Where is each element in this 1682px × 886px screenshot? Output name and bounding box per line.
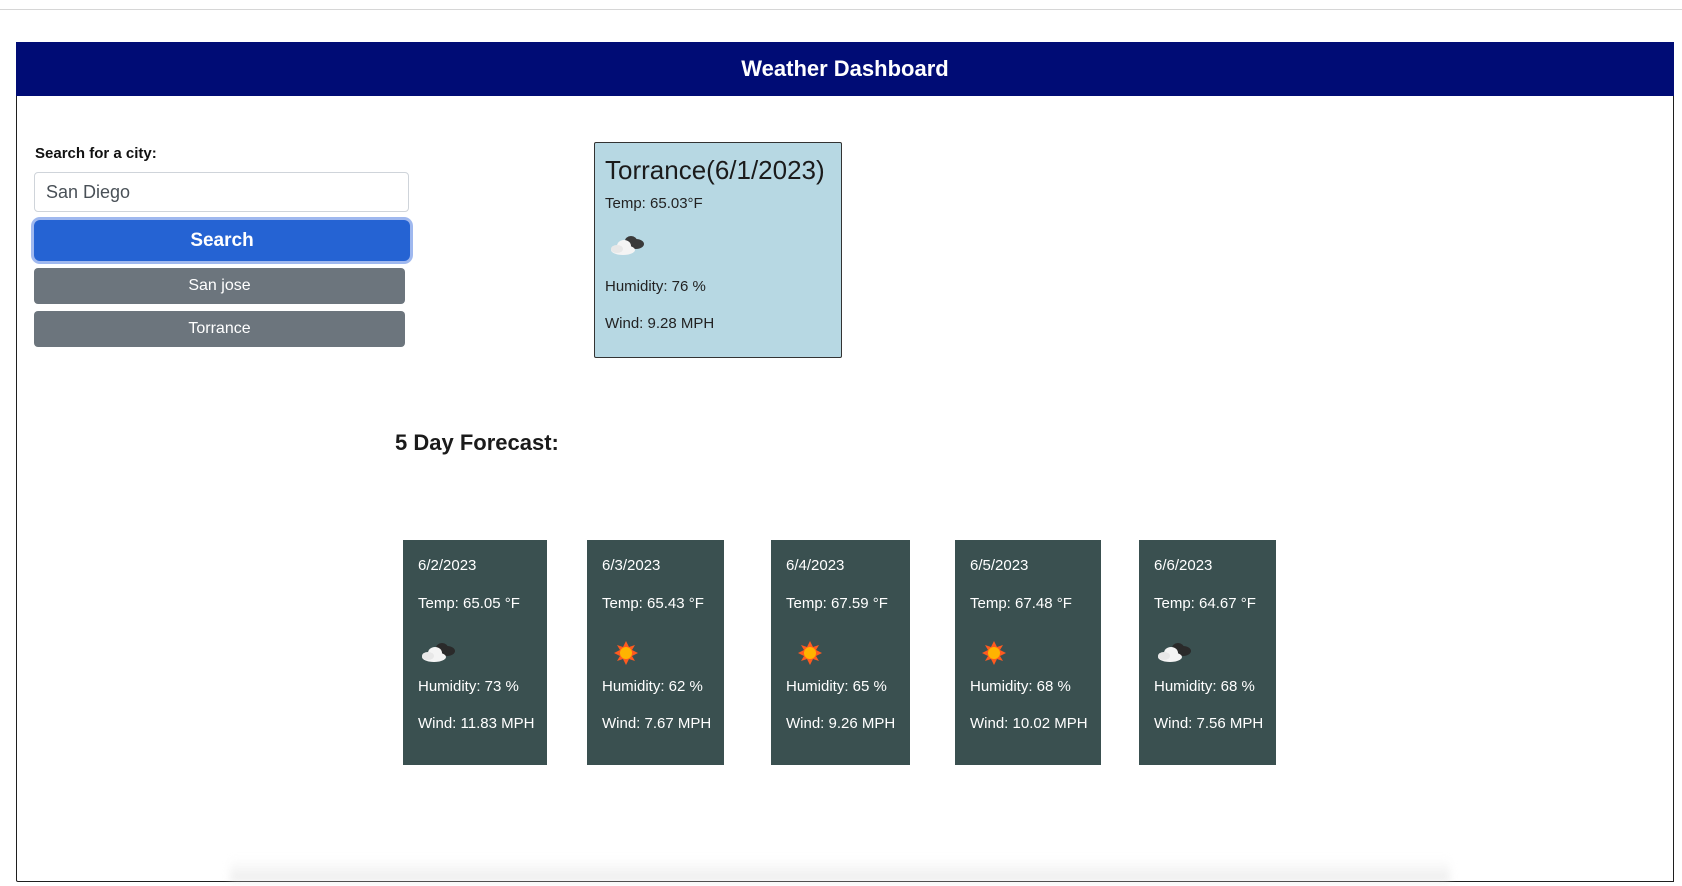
bottom-shadow [230,858,1450,882]
forecast-temp: Temp: 65.43 °F [602,595,704,612]
forecast-heading: 5 Day Forecast: [395,430,559,455]
forecast-wind: Wind: 7.67 MPH [602,715,712,732]
history-button-torrance[interactable]: Torrance [34,311,405,347]
sun-icon [982,641,1006,665]
forecast-temp: Temp: 65.05 °F [418,595,520,612]
app-title: Weather Dashboard [741,56,949,81]
cloudy-icon [611,236,644,255]
current-city-title: Torrance(6/1/2023) [605,155,825,185]
forecast-date: 6/4/2023 [786,557,845,574]
current-wind: Wind: 9.28 MPH [605,315,715,332]
forecast-humidity: Humidity: 68 % [1154,678,1255,695]
cloudy-icon [422,643,455,662]
forecast-card-day-2: 6/3/2023 Temp: 65.43 °F Humidity: 62 % W… [587,540,724,765]
sun-icon [798,641,822,665]
forecast-date: 6/5/2023 [970,557,1029,574]
forecast-date: 6/6/2023 [1154,557,1213,574]
current-weather-card: Torrance(6/1/2023) Temp: 65.03°F Humidit… [594,142,842,358]
forecast-wind: Wind: 7.56 MPH [1154,715,1264,732]
forecast-temp: Temp: 67.59 °F [786,595,888,612]
forecast-wind: Wind: 11.83 MPH [418,715,535,732]
forecast-card-day-5: 6/6/2023 Temp: 64.67 °F Humidity: 68 % W… [1139,540,1276,765]
forecast-temp: Temp: 67.48 °F [970,595,1072,612]
city-search-input[interactable] [34,172,409,212]
forecast-wind: Wind: 10.02 MPH [970,715,1088,732]
app-header: Weather Dashboard [16,42,1674,96]
cloudy-icon [1158,643,1191,662]
sun-icon [614,641,638,665]
forecast-card-day-1: 6/2/2023 Temp: 65.05 °F Humidity: 73 % W… [403,540,547,765]
forecast-date: 6/3/2023 [602,557,661,574]
forecast-humidity: Humidity: 65 % [786,678,887,695]
forecast-wind: Wind: 9.26 MPH [786,715,896,732]
forecast-date: 6/2/2023 [418,557,477,574]
search-button[interactable]: Search [34,220,410,261]
forecast-humidity: Humidity: 73 % [418,678,519,695]
forecast-humidity: Humidity: 68 % [970,678,1071,695]
search-label: Search for a city: [35,145,157,162]
top-divider [0,9,1682,10]
history-button-san-jose[interactable]: San jose [34,268,405,304]
forecast-temp: Temp: 64.67 °F [1154,595,1256,612]
current-humidity: Humidity: 76 % [605,278,706,295]
forecast-card-day-4: 6/5/2023 Temp: 67.48 °F Humidity: 68 % W… [955,540,1101,765]
forecast-card-day-3: 6/4/2023 Temp: 67.59 °F Humidity: 65 % W… [771,540,910,765]
forecast-humidity: Humidity: 62 % [602,678,703,695]
current-temp: Temp: 65.03°F [605,195,703,212]
